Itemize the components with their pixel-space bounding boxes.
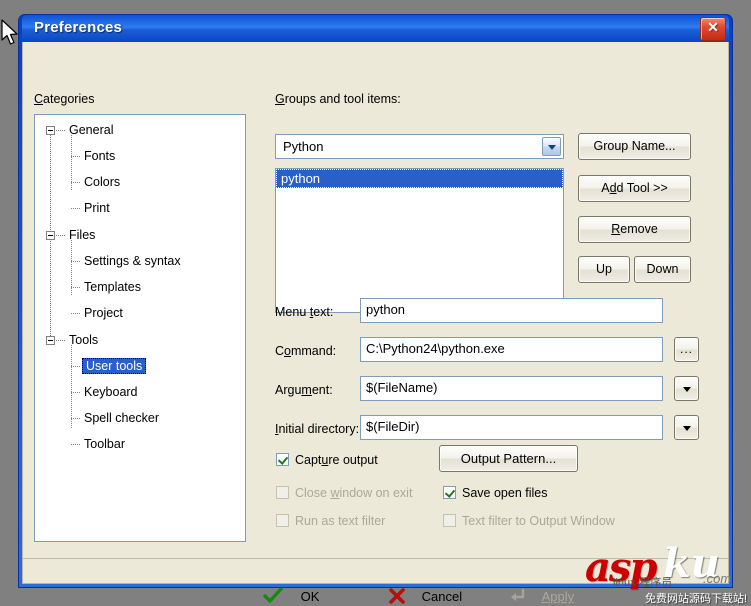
tree-connector [71, 418, 81, 419]
initial-directory-dropdown-button[interactable] [674, 415, 699, 440]
tree-expander-tools[interactable] [46, 336, 55, 345]
cancel-label: Cancel [421, 589, 463, 604]
tree-item-project[interactable]: Project [84, 306, 123, 320]
ok-label: OK [300, 589, 320, 604]
title-bar[interactable]: Preferences [22, 15, 729, 42]
checkbox-icon [276, 486, 289, 499]
argument-label: Argument: [275, 383, 333, 397]
tree-connector [71, 261, 81, 262]
argument-dropdown-button[interactable] [674, 376, 699, 401]
enter-arrow-icon [511, 588, 525, 601]
tree-connector [71, 156, 81, 157]
checkbox-icon [443, 514, 456, 527]
cross-icon [389, 588, 405, 604]
tree-item-spell-checker[interactable]: Spell checker [84, 411, 159, 425]
remove-button[interactable]: Remove [578, 216, 691, 243]
run-as-text-filter-checkbox: Run as text filter [276, 514, 385, 528]
tree-item-toolbar[interactable]: Toolbar [84, 437, 125, 451]
tree-branch-line-tools [71, 345, 72, 429]
tree-item-general[interactable]: General [69, 123, 113, 137]
command-label: Command: [275, 344, 337, 358]
chevron-down-icon [683, 426, 691, 431]
group-name-button[interactable]: Group Name... [578, 133, 691, 160]
tree-item-files[interactable]: Files [69, 228, 95, 242]
tree-item-fonts[interactable]: Fonts [84, 149, 115, 163]
categories-label: Categories [34, 92, 95, 106]
save-open-files-checkbox[interactable]: Save open files [443, 486, 547, 500]
tree-connector [71, 444, 81, 445]
preferences-window: Preferences Categories General Fonts Col… [18, 14, 733, 604]
tree-item-print[interactable]: Print [84, 201, 110, 215]
ok-button[interactable]: OK [263, 587, 320, 604]
chevron-down-icon [683, 387, 691, 392]
menu-text-input[interactable]: python [360, 298, 663, 323]
tree-connector [71, 313, 81, 314]
apply-label: Apply [541, 589, 575, 604]
checkbox-icon[interactable] [276, 453, 289, 466]
ellipsis-icon: ... [679, 342, 693, 356]
tree-expander-general[interactable] [46, 126, 55, 135]
save-open-files-label: Save open files [462, 486, 548, 500]
up-button[interactable]: Up [578, 256, 630, 283]
tree-item-tools[interactable]: Tools [69, 333, 98, 347]
tree-item-keyboard[interactable]: Keyboard [84, 385, 138, 399]
tree-connector [71, 392, 81, 393]
capture-output-checkbox[interactable]: Capture output [276, 453, 378, 467]
command-input[interactable]: C:\Python24\python.exe [360, 337, 663, 362]
close-window-on-exit-checkbox: Close window on exit [276, 486, 412, 500]
watermark-chinese-text: 免费网站源码下载站! [645, 593, 748, 605]
tree-connector [56, 235, 66, 236]
checkbox-icon[interactable] [443, 486, 456, 499]
initial-directory-input[interactable]: $(FileDir) [360, 415, 663, 440]
tree-connector [56, 130, 66, 131]
run-as-text-filter-label: Run as text filter [295, 514, 386, 528]
initial-directory-label: Initial directory: [275, 422, 360, 436]
cancel-button[interactable]: Cancel [388, 588, 462, 604]
groups-label: Groups and tool items: [275, 92, 401, 106]
tree-connector [56, 340, 66, 341]
group-combobox-value: Python [283, 139, 324, 154]
tree-item-colors[interactable]: Colors [84, 175, 120, 189]
tree-item-templates[interactable]: Templates [84, 280, 141, 294]
tree-connector [71, 208, 81, 209]
chevron-down-icon[interactable] [542, 137, 561, 156]
text-filter-to-output-window-label: Text filter to Output Window [462, 514, 615, 528]
text-filter-to-output-window-checkbox: Text filter to Output Window [443, 514, 615, 528]
browse-button[interactable]: ... [674, 337, 699, 362]
tree-expander-files[interactable] [46, 231, 55, 240]
output-pattern-button[interactable]: Output Pattern... [439, 445, 578, 472]
tree-connector [71, 182, 81, 183]
argument-input[interactable]: $(FileName) [360, 376, 663, 401]
categories-tree[interactable]: General Fonts Colors Print Files Setting… [34, 114, 246, 542]
capture-output-label: Capture output [295, 453, 378, 467]
tool-items-listbox[interactable]: python [275, 168, 564, 313]
add-tool-button[interactable]: Add Tool >> [578, 175, 691, 202]
tree-item-settings-syntax[interactable]: Settings & syntax [84, 254, 181, 268]
tree-item-user-tools[interactable]: User tools [82, 358, 147, 374]
dialog-client-area: Categories General Fonts Colors Print Fi… [22, 42, 729, 604]
tree-connector [71, 287, 81, 288]
close-icon[interactable] [700, 17, 726, 41]
group-combobox[interactable]: Python [275, 134, 564, 159]
checkbox-icon [276, 514, 289, 527]
close-window-on-exit-label: Close window on exit [295, 486, 413, 500]
tree-connector [71, 366, 81, 367]
footer-divider [23, 558, 728, 559]
check-icon [263, 587, 283, 603]
down-button[interactable]: Down [634, 256, 691, 283]
window-title: Preferences [34, 19, 123, 36]
apply-button: Apply [508, 588, 574, 604]
list-item[interactable]: python [276, 169, 563, 188]
menu-text-label: Menu text: [275, 305, 334, 319]
